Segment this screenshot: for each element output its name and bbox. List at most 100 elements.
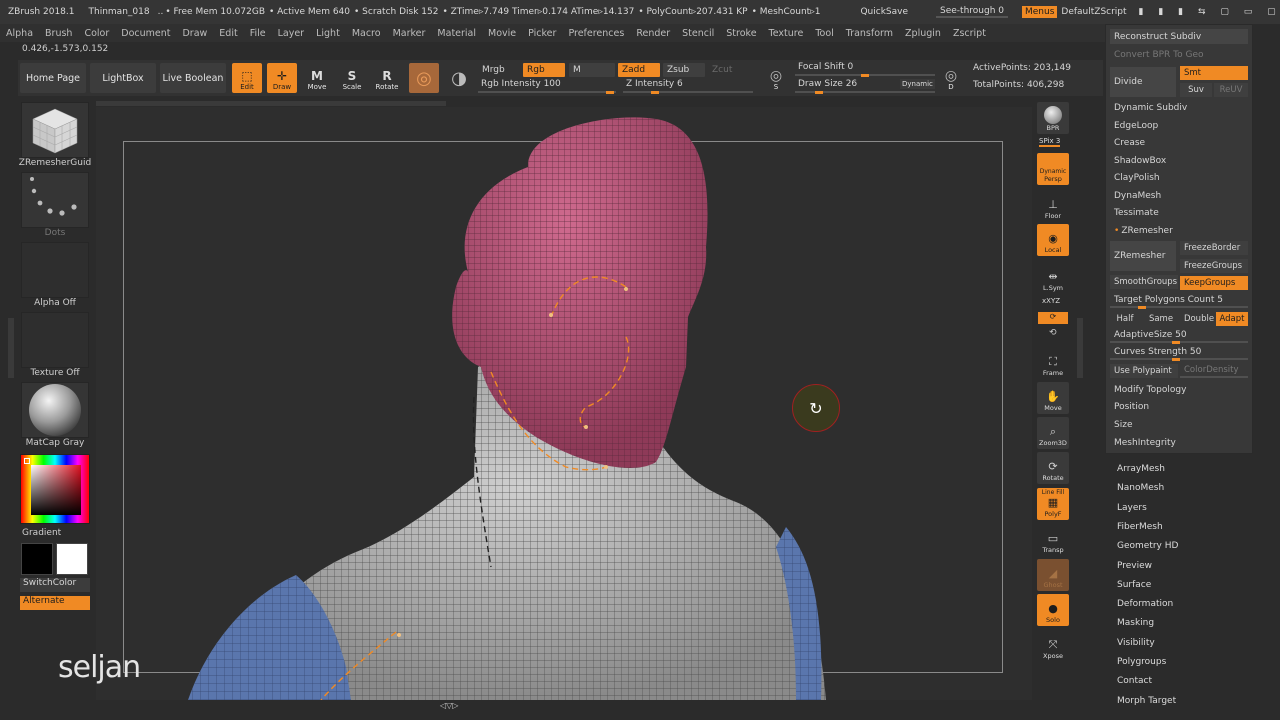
subpalette-geometry-hd[interactable]: Geometry HD bbox=[1117, 541, 1178, 551]
subpalette-masking[interactable]: Masking bbox=[1117, 618, 1154, 628]
xyz-button[interactable]: xXYZ bbox=[1042, 297, 1060, 305]
menu-preferences[interactable]: Preferences bbox=[568, 28, 624, 39]
freezeborder-toggle[interactable]: FreezeBorder bbox=[1180, 241, 1248, 255]
dynamic-size-button[interactable]: Dynamic bbox=[900, 79, 935, 89]
scale-mode-button[interactable]: S Scale bbox=[337, 63, 367, 93]
menu-movie[interactable]: Movie bbox=[488, 28, 516, 39]
menu-marker[interactable]: Marker bbox=[393, 28, 426, 39]
live-boolean-button[interactable]: Live Boolean bbox=[160, 63, 226, 93]
reuv-button[interactable]: ReUV bbox=[1214, 83, 1248, 97]
crease-section[interactable]: Crease bbox=[1110, 135, 1248, 150]
m-button[interactable]: M bbox=[569, 63, 615, 77]
menu-stroke[interactable]: Stroke bbox=[726, 28, 756, 39]
menu-stencil[interactable]: Stencil bbox=[682, 28, 714, 39]
subpalette-visibility[interactable]: Visibility bbox=[1117, 638, 1155, 648]
sym-s-button[interactable]: ◎ S bbox=[761, 63, 791, 93]
solo-button[interactable]: ● Solo bbox=[1037, 594, 1069, 626]
menu-render[interactable]: Render bbox=[636, 28, 670, 39]
menu-picker[interactable]: Picker bbox=[528, 28, 556, 39]
left-tray-handle[interactable] bbox=[8, 318, 14, 378]
menu-document[interactable]: Document bbox=[121, 28, 170, 39]
document-canvas[interactable]: ↻ bbox=[96, 107, 1032, 700]
material-sphere-button[interactable]: ◎ bbox=[409, 63, 439, 93]
reconstruct-subdiv-button[interactable]: Reconstruct Subdiv bbox=[1110, 29, 1248, 44]
xpose-button[interactable]: ⤧ Xpose bbox=[1037, 630, 1069, 662]
switchcolor-button[interactable]: SwitchColor bbox=[20, 578, 90, 592]
local-button[interactable]: ◉ Local bbox=[1037, 224, 1069, 256]
menus-button[interactable]: Menus bbox=[1021, 6, 1058, 18]
tessimate-section[interactable]: Tessimate bbox=[1110, 205, 1248, 220]
home-page-button[interactable]: Home Page bbox=[20, 63, 86, 93]
floor-button[interactable]: ⊥ Floor bbox=[1037, 190, 1069, 222]
target-polygons-slider[interactable]: Target Polygons Count 5 bbox=[1110, 293, 1248, 309]
frame-button[interactable]: ⛶ Frame bbox=[1037, 347, 1069, 379]
menu-edit[interactable]: Edit bbox=[219, 28, 237, 39]
curves-strength-slider[interactable]: Curves Strength 50 bbox=[1110, 345, 1248, 361]
rotate-axis-z-icon[interactable]: ⟲ bbox=[1049, 328, 1057, 338]
smt-toggle[interactable]: Smt bbox=[1180, 66, 1248, 80]
colordensity-slider[interactable]: ColorDensity bbox=[1180, 364, 1248, 378]
zremesher-section-header[interactable]: • ZRemesher bbox=[1110, 223, 1248, 238]
menu-macro[interactable]: Macro bbox=[352, 28, 381, 39]
rgb-button[interactable]: Rgb bbox=[523, 63, 565, 77]
freezegroups-toggle[interactable]: FreezeGroups bbox=[1180, 259, 1248, 273]
same-button[interactable]: Same bbox=[1146, 312, 1176, 326]
draw-mode-button[interactable]: ✛ Draw bbox=[267, 63, 297, 93]
subpalette-contact[interactable]: Contact bbox=[1117, 676, 1152, 686]
menu-brush[interactable]: Brush bbox=[45, 28, 72, 39]
menu-color[interactable]: Color bbox=[84, 28, 109, 39]
palette-scrollbar[interactable] bbox=[1256, 24, 1280, 720]
z-intensity-slider[interactable]: Z Intensity 6 bbox=[623, 79, 753, 94]
window-controls-icon[interactable]: ▮ ▮ ▮ ⇆ ▢ ▭ ▢ ✕ bbox=[1139, 7, 1280, 17]
alpha-thumbnail[interactable] bbox=[21, 242, 89, 298]
material-thumbnail[interactable] bbox=[21, 382, 89, 438]
position-section[interactable]: Position bbox=[1110, 399, 1248, 414]
menu-file[interactable]: File bbox=[250, 28, 266, 39]
mrgb-button[interactable]: Mrgb bbox=[478, 63, 520, 77]
rgb-intensity-slider[interactable]: Rgb Intensity 100 bbox=[478, 79, 616, 94]
rotate-view-button[interactable]: ⟳ Rotate bbox=[1037, 452, 1069, 484]
subpalette-nanomesh[interactable]: NanoMesh bbox=[1117, 483, 1164, 493]
brush-thumbnail[interactable] bbox=[21, 102, 89, 158]
suv-toggle[interactable]: Suv bbox=[1180, 83, 1212, 97]
menu-layer[interactable]: Layer bbox=[278, 28, 305, 39]
zcut-button[interactable]: Zcut bbox=[708, 63, 750, 77]
subpalette-deformation[interactable]: Deformation bbox=[1117, 599, 1173, 609]
menu-material[interactable]: Material bbox=[437, 28, 476, 39]
menu-alpha[interactable]: Alpha bbox=[6, 28, 33, 39]
bottom-tray-arrow-icon[interactable]: ◁▽▷ bbox=[440, 701, 458, 710]
right-tray-handle[interactable] bbox=[1077, 318, 1083, 378]
claypolish-section[interactable]: ClayPolish bbox=[1110, 170, 1248, 185]
subpalette-layers[interactable]: Layers bbox=[1117, 503, 1147, 513]
menu-tool[interactable]: Tool bbox=[815, 28, 833, 39]
color-picker[interactable] bbox=[20, 454, 90, 524]
zremesher-button[interactable]: ZRemesher bbox=[1110, 241, 1176, 271]
lightbox-button[interactable]: LightBox bbox=[90, 63, 156, 93]
bpr-button[interactable]: BPR bbox=[1037, 102, 1069, 134]
stroke-thumbnail[interactable] bbox=[21, 172, 89, 228]
smoothgroups-slider[interactable]: SmoothGroups bbox=[1110, 275, 1178, 289]
sym-d-button[interactable]: ◎ D bbox=[936, 63, 966, 93]
divide-button[interactable]: Divide bbox=[1110, 67, 1176, 97]
persp-button[interactable]: Dynamic Persp bbox=[1037, 153, 1069, 185]
adapt-toggle[interactable]: Adapt bbox=[1216, 312, 1248, 326]
lsym-button[interactable]: ⇹ L.Sym bbox=[1037, 262, 1069, 294]
dynamic-subdiv-section[interactable]: Dynamic Subdiv bbox=[1110, 100, 1248, 115]
alternate-button[interactable]: Alternate bbox=[20, 596, 90, 610]
menu-zplugin[interactable]: Zplugin bbox=[905, 28, 941, 39]
edgeloop-section[interactable]: EdgeLoop bbox=[1110, 118, 1248, 133]
main-color-swatch[interactable] bbox=[56, 543, 88, 575]
texture-thumbnail[interactable] bbox=[21, 312, 89, 368]
zsub-button[interactable]: Zsub bbox=[663, 63, 705, 77]
move-mode-button[interactable]: M Move bbox=[302, 63, 332, 93]
use-polypaint-toggle[interactable]: Use Polypaint bbox=[1110, 364, 1178, 378]
canvas-top-scroll[interactable] bbox=[96, 101, 446, 106]
subpalette-morph-target[interactable]: Morph Target bbox=[1117, 696, 1176, 706]
spix-slider[interactable]: SPix 3 bbox=[1039, 137, 1061, 147]
menu-draw[interactable]: Draw bbox=[182, 28, 207, 39]
see-through-slider[interactable]: See-through 0 bbox=[936, 6, 1008, 18]
quicksave-button[interactable]: QuickSave bbox=[860, 7, 908, 17]
size-section[interactable]: Size bbox=[1110, 417, 1248, 432]
menu-texture[interactable]: Texture bbox=[769, 28, 804, 39]
modify-topology-section[interactable]: Modify Topology bbox=[1110, 382, 1248, 397]
